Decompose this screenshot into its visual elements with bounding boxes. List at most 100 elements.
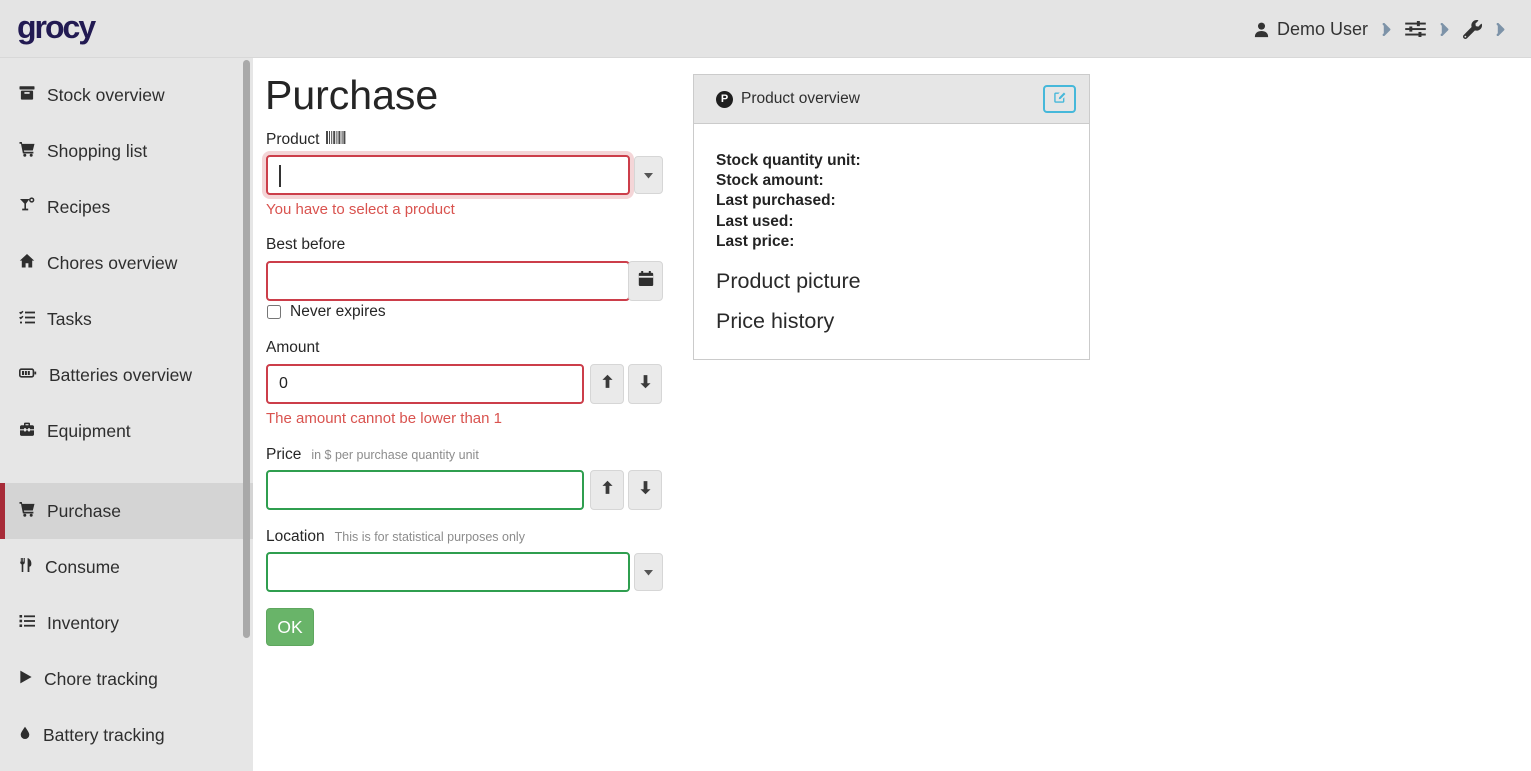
- never-expires-checkbox[interactable]: [267, 305, 281, 319]
- sidebar-item-chore-tracking[interactable]: Chore tracking: [0, 651, 253, 707]
- product-dropdown-button[interactable]: [634, 156, 663, 194]
- calendar-button[interactable]: [628, 261, 663, 301]
- sidebar-item-purchase[interactable]: Purchase: [0, 483, 253, 539]
- sidebar-item-label: Shopping list: [47, 141, 147, 162]
- arrow-up-icon: [600, 480, 615, 500]
- admin-menu[interactable]: [1463, 20, 1482, 39]
- arrow-down-icon: [638, 480, 653, 500]
- caret-down-icon: [644, 166, 653, 184]
- best-before-label-text: Best before: [266, 236, 345, 254]
- location-label: Location: [266, 528, 325, 546]
- chevron-right-icon: [1496, 23, 1505, 36]
- price-decrease-button[interactable]: [628, 470, 662, 510]
- amount-increase-button[interactable]: [590, 364, 624, 404]
- sidebar-item-label: Equipment: [47, 421, 131, 442]
- user-menu[interactable]: Demo User: [1253, 19, 1368, 40]
- archive-box-icon: [18, 85, 36, 106]
- sidebar-item-batteries-overview[interactable]: Batteries overview: [0, 347, 253, 403]
- price-history-heading: Price history: [716, 309, 1067, 334]
- sidebar-item-label: Battery tracking: [43, 725, 165, 746]
- utensils-icon: [18, 557, 34, 578]
- never-expires-label: Never expires: [290, 303, 386, 321]
- sidebar-item-label: Tasks: [47, 309, 92, 330]
- arrow-up-icon: [600, 374, 615, 394]
- never-expires-row: Never expires: [267, 303, 386, 321]
- cocktail-icon: [18, 197, 36, 218]
- app-header: grocy Demo User: [0, 0, 1531, 58]
- ok-button[interactable]: OK: [266, 608, 314, 646]
- app-logo[interactable]: grocy: [17, 9, 94, 46]
- amount-error: The amount cannot be lower than 1: [266, 410, 502, 427]
- edit-product-button[interactable]: [1043, 85, 1076, 113]
- product-overview-card: P Product overview Stock quantity unit: …: [693, 74, 1090, 360]
- arrow-down-icon: [638, 374, 653, 394]
- price-input[interactable]: [266, 470, 584, 510]
- sidebar-item-label: Purchase: [47, 501, 121, 522]
- barcode-icon: [326, 131, 346, 149]
- product-error: You have to select a product: [266, 201, 455, 218]
- location-dropdown-button[interactable]: [634, 553, 663, 591]
- sidebar-item-tasks[interactable]: Tasks: [0, 291, 253, 347]
- chevron-right-icon: [1382, 23, 1391, 36]
- sidebar-item-label: Stock overview: [47, 85, 165, 106]
- chevron-right-icon: [1440, 23, 1449, 36]
- product-label-row: Product: [266, 131, 346, 149]
- sidebar-item-equipment[interactable]: Equipment: [0, 403, 253, 459]
- droplet-icon: [18, 725, 32, 746]
- price-label: Price: [266, 446, 301, 464]
- sidebar-item-label: Consume: [45, 557, 120, 578]
- product-picture-heading: Product picture: [716, 269, 1067, 294]
- stock-amount-label: Stock amount:: [716, 171, 1067, 191]
- header-menu: Demo User: [1253, 0, 1505, 58]
- last-purchased-label: Last purchased:: [716, 191, 1067, 211]
- caret-down-icon: [644, 563, 653, 581]
- tasks-icon: [18, 309, 36, 330]
- calendar-icon: [638, 271, 654, 292]
- sidebar-scrollbar[interactable]: [243, 60, 250, 638]
- location-select[interactable]: [266, 552, 630, 592]
- last-used-label: Last used:: [716, 212, 1067, 232]
- sidebar-item-inventory[interactable]: Inventory: [0, 595, 253, 651]
- best-before-label: Best before: [266, 236, 345, 254]
- sidebar-item-chores-overview[interactable]: Chores overview: [0, 235, 253, 291]
- amount-decrease-button[interactable]: [628, 364, 662, 404]
- user-name: Demo User: [1277, 19, 1368, 40]
- location-hint: This is for statistical purposes only: [335, 530, 525, 544]
- sidebar: Stock overview Shopping list Recipes Cho…: [0, 58, 253, 771]
- card-header: P Product overview: [694, 75, 1089, 124]
- sidebar-item-battery-tracking[interactable]: Battery tracking: [0, 707, 253, 763]
- card-title: Product overview: [741, 90, 860, 108]
- amount-label-text: Amount: [266, 339, 319, 357]
- sliders-icon: [1405, 21, 1426, 37]
- settings-menu[interactable]: [1405, 21, 1426, 37]
- toolbox-icon: [18, 421, 36, 442]
- product-label: Product: [266, 131, 319, 149]
- sidebar-item-label: Chore tracking: [44, 669, 158, 690]
- wrench-icon: [1463, 20, 1482, 39]
- price-increase-button[interactable]: [590, 470, 624, 510]
- sidebar-item-stock-overview[interactable]: Stock overview: [0, 67, 253, 123]
- price-label-row: Price in $ per purchase quantity unit: [266, 446, 479, 464]
- shopping-cart-icon: [18, 501, 36, 522]
- stock-quantity-unit-label: Stock quantity unit:: [716, 151, 1067, 171]
- last-price-label: Last price:: [716, 232, 1067, 252]
- home-icon: [18, 253, 36, 274]
- best-before-input[interactable]: [266, 261, 630, 301]
- sidebar-item-shopping-list[interactable]: Shopping list: [0, 123, 253, 179]
- location-label-row: Location This is for statistical purpose…: [266, 528, 525, 546]
- text-cursor: [279, 165, 281, 187]
- amount-input[interactable]: [266, 364, 584, 404]
- shopping-cart-icon: [18, 141, 36, 162]
- card-body: Stock quantity unit: Stock amount: Last …: [694, 124, 1089, 334]
- sidebar-item-recipes[interactable]: Recipes: [0, 179, 253, 235]
- sidebar-item-consume[interactable]: Consume: [0, 539, 253, 595]
- sidebar-item-label: Batteries overview: [49, 365, 192, 386]
- product-input[interactable]: [266, 155, 630, 195]
- sidebar-item-label: Chores overview: [47, 253, 177, 274]
- sidebar-item-label: Recipes: [47, 197, 110, 218]
- sidebar-item-label: Inventory: [47, 613, 119, 634]
- list-icon: [18, 613, 36, 634]
- edit-pencil-square-icon: [1053, 90, 1067, 109]
- page-title: Purchase: [265, 72, 438, 119]
- amount-label: Amount: [266, 339, 319, 357]
